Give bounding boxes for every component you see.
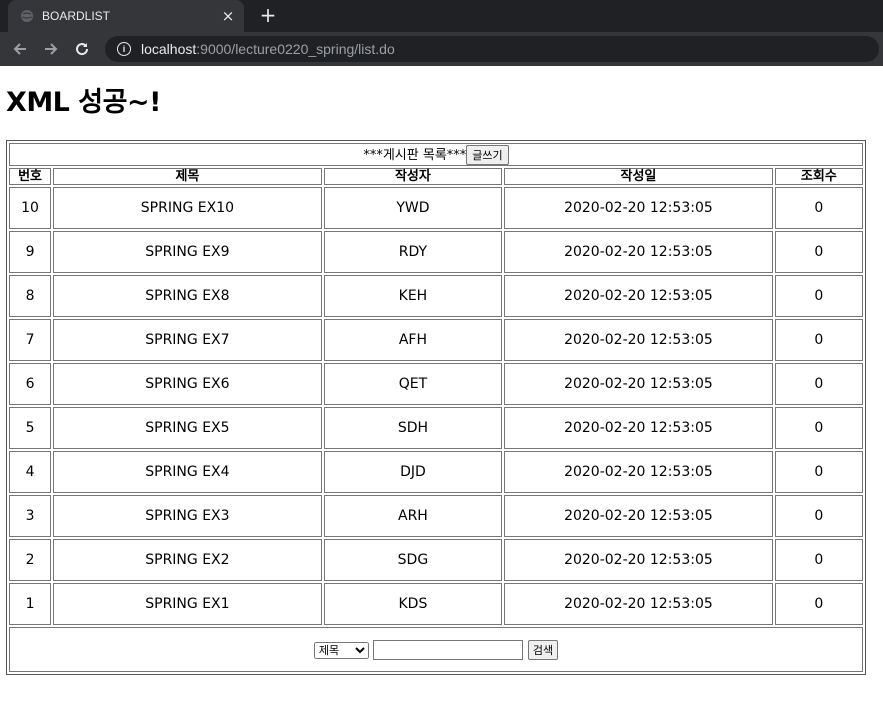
column-header-date: 작성일 <box>504 168 773 185</box>
cell-title[interactable]: SPRING EX3 <box>53 495 322 537</box>
cell-writer: YWD <box>323 187 503 229</box>
cell-no: 7 <box>9 319 52 361</box>
cell-writer: SDG <box>323 539 503 581</box>
board-caption: ***게시판 목록*** <box>363 148 467 163</box>
cell-views: 0 <box>774 275 863 317</box>
cell-date: 2020-02-20 12:53:05 <box>504 187 773 229</box>
url-host: localhost <box>141 41 197 57</box>
tab-title: BOARDLIST <box>42 9 111 23</box>
cell-writer: RDY <box>323 231 503 273</box>
cell-date: 2020-02-20 12:53:05 <box>504 363 773 405</box>
cell-date: 2020-02-20 12:53:05 <box>504 319 773 361</box>
cell-date: 2020-02-20 12:53:05 <box>504 539 773 581</box>
back-arrow-icon[interactable] <box>9 38 31 60</box>
cell-writer: ARH <box>323 495 503 537</box>
cell-no: 6 <box>9 363 52 405</box>
cell-views: 0 <box>774 451 863 493</box>
cell-views: 0 <box>774 583 863 625</box>
cell-views: 0 <box>774 495 863 537</box>
page-content: XML 성공~! ***게시판 목록*** 글쓰기 번호 제목 작성자 작성일 조… <box>0 86 883 675</box>
cell-writer: KDS <box>323 583 503 625</box>
cell-views: 0 <box>774 363 863 405</box>
browser-toolbar: i localhost:9000/lecture0220_spring/list… <box>0 32 883 66</box>
forward-arrow-icon[interactable] <box>40 38 62 60</box>
cell-title[interactable]: SPRING EX6 <box>53 363 322 405</box>
table-row: 7 SPRING EX7 AFH 2020-02-20 12:53:05 0 <box>9 319 863 361</box>
url-path: :9000/lecture0220_spring/list.do <box>196 41 395 57</box>
url-text: localhost:9000/lecture0220_spring/list.d… <box>141 41 395 57</box>
cell-date: 2020-02-20 12:53:05 <box>504 275 773 317</box>
page-title: XML 성공~! <box>6 87 161 118</box>
cell-title[interactable]: SPRING EX2 <box>53 539 322 581</box>
cell-writer: AFH <box>323 319 503 361</box>
new-tab-icon[interactable]: + <box>256 4 280 28</box>
cell-no: 5 <box>9 407 52 449</box>
search-cell: 제목 검색 <box>9 627 863 672</box>
cell-writer: KEH <box>323 275 503 317</box>
table-row: 4 SPRING EX4 DJD 2020-02-20 12:53:05 0 <box>9 451 863 493</box>
column-header-title: 제목 <box>53 168 322 185</box>
board-table: ***게시판 목록*** 글쓰기 번호 제목 작성자 작성일 조회수 10 SPRI… <box>6 140 866 675</box>
cell-title[interactable]: SPRING EX8 <box>53 275 322 317</box>
column-header-writer: 작성자 <box>323 168 503 185</box>
info-icon[interactable]: i <box>117 42 131 56</box>
search-row: 제목 검색 <box>9 627 863 672</box>
cell-date: 2020-02-20 12:53:05 <box>504 407 773 449</box>
cell-title[interactable]: SPRING EX5 <box>53 407 322 449</box>
tab-close-icon[interactable]: × <box>218 6 238 26</box>
column-header-views: 조회수 <box>774 168 863 185</box>
cell-writer: QET <box>323 363 503 405</box>
cell-writer: SDH <box>323 407 503 449</box>
cell-title[interactable]: SPRING EX4 <box>53 451 322 493</box>
cell-views: 0 <box>774 187 863 229</box>
write-button[interactable]: 글쓰기 <box>466 145 509 165</box>
cell-date: 2020-02-20 12:53:05 <box>504 583 773 625</box>
header-row: 번호 제목 작성자 작성일 조회수 <box>9 168 863 185</box>
cell-no: 3 <box>9 495 52 537</box>
cell-views: 0 <box>774 231 863 273</box>
table-row: 1 SPRING EX1 KDS 2020-02-20 12:53:05 0 <box>9 583 863 625</box>
globe-icon <box>20 9 34 23</box>
board-caption-row: ***게시판 목록*** 글쓰기 <box>9 143 863 166</box>
table-row: 3 SPRING EX3 ARH 2020-02-20 12:53:05 0 <box>9 495 863 537</box>
board-rows: 10 SPRING EX10 YWD 2020-02-20 12:53:05 0 9 SPR… <box>9 187 863 625</box>
cell-title[interactable]: SPRING EX7 <box>53 319 322 361</box>
cell-no: 10 <box>9 187 52 229</box>
search-type-select[interactable]: 제목 <box>313 641 369 659</box>
search-button[interactable]: 검색 <box>527 639 559 660</box>
column-header-no: 번호 <box>9 168 52 185</box>
cell-writer: DJD <box>323 451 503 493</box>
cell-no: 8 <box>9 275 52 317</box>
cell-date: 2020-02-20 12:53:05 <box>504 231 773 273</box>
browser-tab-strip: BOARDLIST × + <box>0 0 883 32</box>
table-row: 2 SPRING EX2 SDG 2020-02-20 12:53:05 0 <box>9 539 863 581</box>
cell-date: 2020-02-20 12:53:05 <box>504 451 773 493</box>
board-caption-cell: ***게시판 목록*** 글쓰기 <box>9 143 863 166</box>
table-row: 9 SPRING EX9 RDY 2020-02-20 12:53:05 0 <box>9 231 863 273</box>
cell-no: 9 <box>9 231 52 273</box>
table-row: 6 SPRING EX6 QET 2020-02-20 12:53:05 0 <box>9 363 863 405</box>
cell-views: 0 <box>774 539 863 581</box>
cell-views: 0 <box>774 319 863 361</box>
reload-icon[interactable] <box>71 38 93 60</box>
cell-views: 0 <box>774 407 863 449</box>
table-row: 5 SPRING EX5 SDH 2020-02-20 12:53:05 0 <box>9 407 863 449</box>
cell-no: 4 <box>9 451 52 493</box>
table-row: 8 SPRING EX8 KEH 2020-02-20 12:53:05 0 <box>9 275 863 317</box>
cell-title[interactable]: SPRING EX9 <box>53 231 322 273</box>
cell-no: 1 <box>9 583 52 625</box>
cell-title[interactable]: SPRING EX1 <box>53 583 322 625</box>
cell-date: 2020-02-20 12:53:05 <box>504 495 773 537</box>
cell-no: 2 <box>9 539 52 581</box>
address-bar[interactable]: i localhost:9000/lecture0220_spring/list… <box>105 36 879 62</box>
search-input[interactable] <box>373 639 524 660</box>
table-row: 10 SPRING EX10 YWD 2020-02-20 12:53:05 0 <box>9 187 863 229</box>
cell-title[interactable]: SPRING EX10 <box>53 187 322 229</box>
browser-tab[interactable]: BOARDLIST × <box>8 0 244 32</box>
